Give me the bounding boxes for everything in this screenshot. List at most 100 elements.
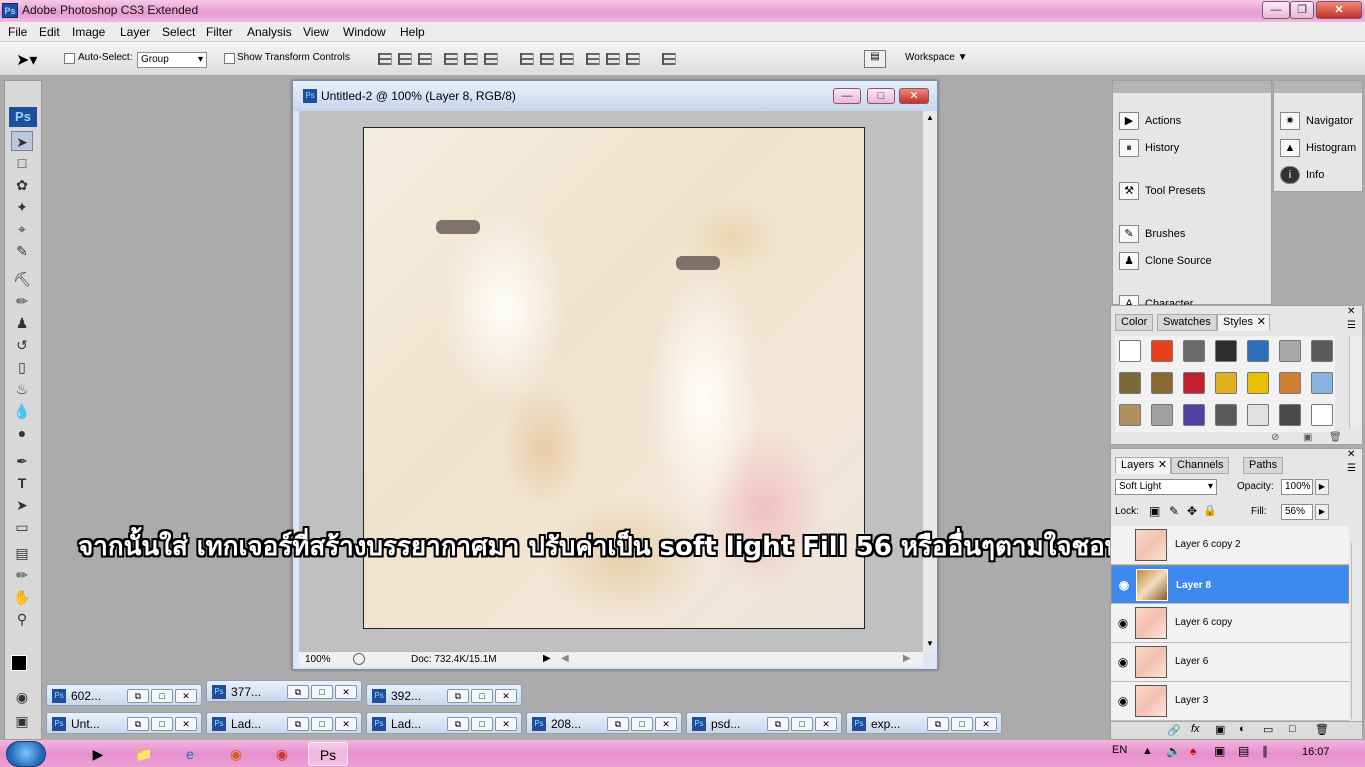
status-menu-arrow-icon[interactable]: ▶: [543, 653, 551, 664]
style-swatch[interactable]: [1311, 372, 1333, 394]
maximize-icon[interactable]: □: [471, 689, 493, 703]
style-swatch[interactable]: [1247, 404, 1269, 426]
firefox-icon[interactable]: ◉: [218, 742, 254, 766]
style-swatch[interactable]: [1215, 340, 1237, 362]
start-button-icon[interactable]: [6, 741, 46, 767]
close-icon[interactable]: ✕: [495, 689, 517, 703]
zoom-level[interactable]: 100%: [305, 654, 331, 665]
style-swatch[interactable]: [1183, 340, 1205, 362]
delete-layer-icon[interactable]: 🗑: [1315, 723, 1329, 736]
status-info-icon[interactable]: [353, 653, 365, 665]
close-icon[interactable]: ✕: [175, 689, 197, 703]
opacity-input[interactable]: 100%: [1281, 479, 1313, 495]
layer-row[interactable]: ◉ Layer 6 copy: [1111, 604, 1349, 643]
language-indicator[interactable]: EN: [1112, 744, 1127, 756]
hand-tool-icon[interactable]: ✋: [11, 587, 33, 607]
auto-select-checkbox[interactable]: [64, 53, 75, 64]
menu-layer[interactable]: Layer: [120, 25, 150, 39]
link-layers-icon[interactable]: 🔗: [1167, 724, 1181, 737]
style-swatch[interactable]: [1119, 372, 1141, 394]
style-swatch[interactable]: [1311, 340, 1333, 362]
workspace-menu[interactable]: Workspace ▼: [905, 52, 968, 63]
paint-bucket-icon[interactable]: ♨: [11, 379, 33, 399]
style-swatch[interactable]: [1151, 404, 1173, 426]
distribute-left-icon[interactable]: [586, 53, 600, 65]
clear-style-icon[interactable]: ⊘: [1271, 432, 1279, 443]
magic-wand-icon[interactable]: ✦: [11, 197, 33, 217]
close-icon[interactable]: ✕: [335, 685, 357, 699]
network-icon[interactable]: ∥: [1262, 744, 1268, 758]
distribute-bottom-icon[interactable]: [560, 53, 574, 65]
minimized-doc-tab[interactable]: Ps 602... ⧉ □ ✕: [46, 684, 202, 706]
style-swatch[interactable]: [1119, 404, 1141, 426]
style-swatch[interactable]: [1279, 340, 1301, 362]
maximize-icon[interactable]: □: [151, 717, 173, 731]
foreground-color-swatch[interactable]: [11, 655, 27, 671]
brush-tool-icon[interactable]: ✏: [11, 291, 33, 311]
panel-menu-icon[interactable]: ☰: [1347, 463, 1356, 474]
restore-icon[interactable]: ⧉: [927, 717, 949, 731]
show-transform-checkbox[interactable]: [224, 53, 235, 64]
restore-icon[interactable]: ⧉: [767, 717, 789, 731]
distribute-top-icon[interactable]: [520, 53, 534, 65]
clone-stamp-icon[interactable]: ♟: [11, 313, 33, 333]
dock-grip[interactable]: [1113, 81, 1271, 93]
minimized-doc-tab[interactable]: Ps 208... ⧉ □ ✕: [526, 712, 682, 734]
menu-select[interactable]: Select: [162, 25, 195, 39]
dock-grip[interactable]: [1274, 81, 1362, 93]
style-swatch[interactable]: [1119, 340, 1141, 362]
blend-mode-dropdown[interactable]: Soft Light ▾: [1115, 479, 1217, 495]
panel-navigator[interactable]: ✷ Navigator: [1280, 109, 1353, 133]
new-style-icon[interactable]: ▣: [1303, 432, 1312, 443]
close-icon[interactable]: ✕: [1158, 458, 1167, 473]
close-icon[interactable]: ✕: [1347, 449, 1355, 460]
restore-icon[interactable]: ⧉: [127, 717, 149, 731]
tray-device-icon[interactable]: ▤: [1238, 744, 1249, 758]
minimized-doc-tab[interactable]: Ps psd... ⧉ □ ✕: [686, 712, 842, 734]
slice-tool-icon[interactable]: ✎: [11, 241, 33, 261]
lock-pixels-icon[interactable]: ✎: [1169, 504, 1179, 518]
volume-icon[interactable]: 🔊: [1166, 744, 1181, 758]
shape-tool-icon[interactable]: ▭: [11, 517, 33, 537]
style-swatch[interactable]: [1247, 372, 1269, 394]
eye-icon[interactable]: ◉: [1115, 615, 1131, 631]
minimized-doc-tab[interactable]: Ps Lad... ⧉ □ ✕: [206, 712, 362, 734]
distribute-right-icon[interactable]: [626, 53, 640, 65]
restore-icon[interactable]: ⧉: [287, 685, 309, 699]
maximize-icon[interactable]: □: [471, 717, 493, 731]
tab-layers[interactable]: Layers ✕: [1115, 457, 1172, 474]
close-icon[interactable]: ✕: [495, 717, 517, 731]
style-swatch[interactable]: [1311, 404, 1333, 426]
add-mask-icon[interactable]: ▣: [1215, 723, 1225, 736]
style-swatch[interactable]: [1279, 372, 1301, 394]
delete-style-icon[interactable]: 🗑: [1329, 432, 1342, 443]
lasso-tool-icon[interactable]: ✿: [11, 175, 33, 195]
blur-tool-icon[interactable]: 💧: [11, 401, 33, 421]
move-tool-icon[interactable]: ➤: [11, 131, 33, 151]
layer-row[interactable]: ◉ Layer 3: [1111, 682, 1349, 721]
opacity-slider-arrow-icon[interactable]: ▶: [1315, 479, 1329, 495]
lock-position-icon[interactable]: ✥: [1187, 504, 1197, 518]
acrobat-tray-icon[interactable]: ♠: [1190, 744, 1196, 758]
show-hidden-icons-icon[interactable]: ▲: [1142, 745, 1153, 757]
menu-image[interactable]: Image: [72, 25, 105, 39]
restore-icon[interactable]: ⧉: [127, 689, 149, 703]
chrome-icon[interactable]: ◉: [264, 742, 300, 766]
distribute-vcenter-icon[interactable]: [540, 53, 554, 65]
align-left-icon[interactable]: [444, 53, 458, 65]
maximize-icon[interactable]: □: [951, 717, 973, 731]
photoshop-taskbar-icon[interactable]: Ps: [308, 742, 348, 766]
panel-history[interactable]: ⏸ History: [1119, 136, 1179, 160]
fill-slider-arrow-icon[interactable]: ▶: [1315, 504, 1329, 520]
minimized-doc-tab[interactable]: Ps exp... ⧉ □ ✕: [846, 712, 1002, 734]
close-icon[interactable]: ✕: [975, 717, 997, 731]
eye-icon[interactable]: ◉: [1116, 577, 1132, 593]
align-top-icon[interactable]: [378, 53, 392, 65]
close-icon[interactable]: ✕: [1257, 315, 1266, 330]
panel-histogram[interactable]: ▲ Histogram: [1280, 136, 1356, 160]
maximize-icon[interactable]: □: [311, 685, 333, 699]
layer-row[interactable]: ◉ Layer 6: [1111, 643, 1349, 682]
panel-tool-presets[interactable]: ⚒ Tool Presets: [1119, 179, 1206, 203]
close-icon[interactable]: ✕: [335, 717, 357, 731]
align-bottom-icon[interactable]: [418, 53, 432, 65]
